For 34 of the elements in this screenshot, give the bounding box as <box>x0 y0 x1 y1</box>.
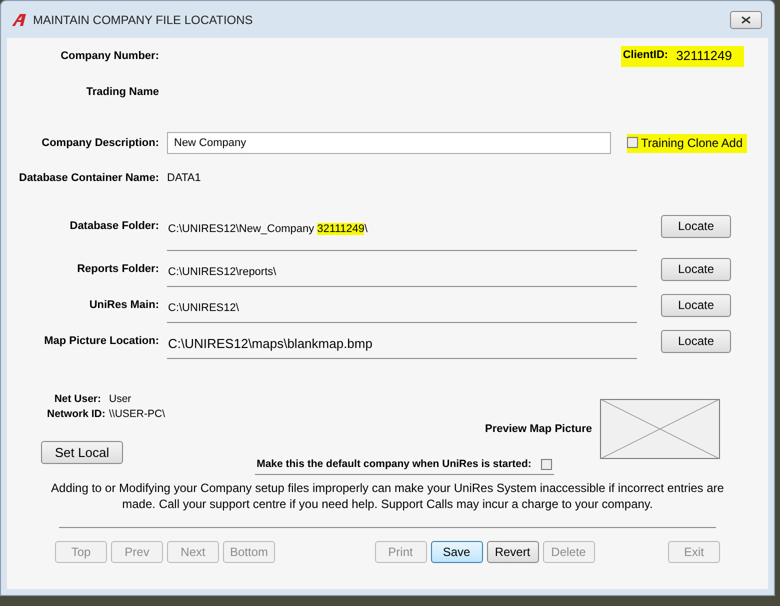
field-label: ClientID: <box>622 49 668 61</box>
field-label: Company Number: <box>60 50 159 62</box>
field-label: UniRes Main: <box>89 299 159 311</box>
app-logo-icon <box>11 12 27 26</box>
field-label: Reports Folder: <box>77 263 159 275</box>
path-value: C:\UNIRES12\reports\ <box>167 266 276 278</box>
set-local-button[interactable]: Set Local <box>41 441 123 464</box>
window-title: MAINTAIN COMPANY FILE LOCATIONS <box>33 12 254 26</box>
description-field[interactable]: New Company <box>167 132 611 154</box>
field-label: Company Description: <box>42 137 159 149</box>
path-value: C:\UNIRES12\ <box>167 302 239 314</box>
locate-button[interactable]: Locate <box>661 330 731 352</box>
close-button[interactable] <box>730 10 762 28</box>
locate-button[interactable]: Locate <box>661 214 731 238</box>
network-id-value: \\USER-PC\ <box>109 408 166 420</box>
client-id-value: 32111249 <box>676 48 732 62</box>
warning-text: Adding to or Modifying your Company setup files improperly can make your UniRes System inaccessible if incorrect entries are made. Call your support centre if you need help. Support Calls may incur a charge to your company. <box>50 480 725 512</box>
container-name-value: DATA1 <box>167 172 201 184</box>
field-label: Trading Name <box>86 86 159 98</box>
action-button[interactable]: Revert <box>486 541 538 563</box>
field-label: Map Picture Location: <box>44 335 159 347</box>
action-button[interactable]: Save <box>430 541 482 563</box>
field-label: Database Container Name: <box>19 172 159 184</box>
field-label: Net User: <box>53 393 101 405</box>
training-clone-add-checkbox[interactable]: Training Clone Add <box>627 134 747 152</box>
default-company-checkbox[interactable]: Make this the default company when UniRes is started: <box>254 456 554 475</box>
path-value: C:\UNIRES12\maps\blankmap.bmp <box>167 336 372 351</box>
field-label: Database Folder: <box>70 220 159 232</box>
path-value: C:\UNIRES12\New_Company 32111249\ <box>167 222 368 234</box>
locate-button[interactable]: Locate <box>661 258 731 280</box>
close-icon <box>741 16 751 24</box>
locate-button[interactable]: Locate <box>661 294 731 316</box>
net-user-value: User <box>109 393 132 405</box>
field-label: Preview Map Picture <box>485 422 592 434</box>
